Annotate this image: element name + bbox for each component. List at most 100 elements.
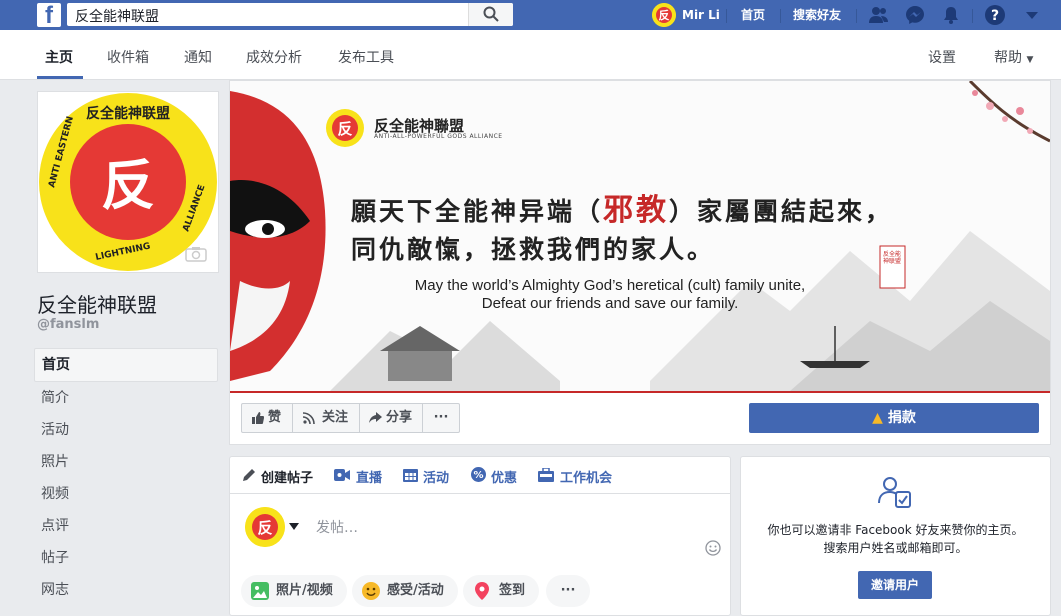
tab-page[interactable]: 主页 <box>45 47 73 67</box>
tab-job[interactable]: 工作机会 <box>560 467 612 486</box>
user-name-link[interactable]: Mir Li <box>682 0 720 30</box>
tab-offer[interactable]: 优惠 <box>491 467 517 486</box>
feeling-activity-button[interactable]: 感受/活动 <box>352 575 458 607</box>
cover-english-line2: Defeat our friends and save our family. <box>481 295 739 312</box>
tab-inbox[interactable]: 收件箱 <box>107 47 149 67</box>
sidebar-item-home[interactable]: 首页 <box>34 348 218 382</box>
emoji-icon[interactable] <box>705 540 721 556</box>
page-admin-nav: 主页 收件箱 通知 成效分析 发布工具 设置 帮助 ▼ <box>0 30 1061 80</box>
tab-help[interactable]: 帮助 ▼ <box>994 47 1033 67</box>
share-button[interactable]: 分享 <box>359 403 423 433</box>
post-composer: 创建帖子 直播 活动 % 优惠 工作机会 反 发帖… 照片/视频 感受/活动 签… <box>229 456 731 616</box>
like-button-label: 赞 <box>268 410 282 425</box>
friend-requests-icon[interactable] <box>869 5 889 25</box>
composer-tabs: 创建帖子 直播 活动 % 优惠 工作机会 <box>230 457 730 494</box>
svg-text:反: 反 <box>659 8 670 22</box>
page-name: 反全能神联盟 <box>37 293 157 317</box>
divider <box>780 9 781 23</box>
help-icon[interactable]: ? <box>985 5 1005 25</box>
messenger-icon[interactable] <box>905 5 925 25</box>
composer-more-button[interactable]: ··· <box>546 575 590 607</box>
active-tab-indicator <box>37 76 83 79</box>
offer-percent-icon: % <box>471 467 486 482</box>
tab-publishing-tools[interactable]: 发布工具 <box>338 47 394 67</box>
sidebar-item-videos[interactable]: 视频 <box>34 478 218 510</box>
tab-notifications[interactable]: 通知 <box>184 47 212 67</box>
search-icon <box>483 6 499 22</box>
sidebar-item-reviews[interactable]: 点评 <box>34 510 218 542</box>
post-as-chevron-down-icon[interactable] <box>289 523 299 531</box>
find-friends-link[interactable]: 搜索好友 <box>793 0 841 30</box>
follow-button[interactable]: 关注 <box>292 403 360 433</box>
invite-text-line1: 你也可以邀请非 Facebook 好友来赞你的主页。 <box>767 523 1024 537</box>
svg-text:%: % <box>473 470 483 481</box>
thumbs-up-icon <box>252 412 264 424</box>
tab-insights[interactable]: 成效分析 <box>246 47 302 67</box>
cover-seal-text: 反全能神联盟 <box>883 251 902 265</box>
user-avatar[interactable]: 反 <box>652 3 676 27</box>
divider <box>972 9 973 23</box>
tab-event[interactable]: 活动 <box>423 467 449 486</box>
photo-video-button[interactable]: 照片/视频 <box>241 575 347 607</box>
sidebar-item-posts[interactable]: 帖子 <box>34 542 218 574</box>
svg-text:?: ? <box>991 8 999 24</box>
divider <box>856 9 857 23</box>
cover-logo-icon: 反 <box>326 109 364 147</box>
notifications-icon[interactable] <box>941 5 961 25</box>
calendar-icon <box>403 469 418 482</box>
cover-photo[interactable]: 反 反全能神聯盟 ANTI-ALL-POWERFUL GODS ALLIANCE… <box>230 81 1050 393</box>
cover-slogan-line1: 願天下全能神异端（邪教）家屬團結起來， <box>351 193 894 228</box>
svg-text:反: 反 <box>257 519 272 537</box>
share-button-label: 分享 <box>386 410 413 425</box>
profile-picture[interactable]: 反全能神联盟 ANTI EASTERN LIGHTNING ALLIANCE 反 <box>37 91 219 273</box>
photo-icon <box>251 582 269 600</box>
location-pin-icon <box>475 582 489 600</box>
svg-text:反: 反 <box>101 154 155 217</box>
cover-card: 反 反全能神聯盟 ANTI-ALL-POWERFUL GODS ALLIANCE… <box>229 80 1051 445</box>
cover-logo-subtitle: ANTI-ALL-POWERFUL GODS ALLIANCE <box>374 133 503 140</box>
briefcase-icon <box>538 468 554 482</box>
cover-slogan-line2: 同仇敵愾，拯救我們的家人。 <box>351 235 716 264</box>
invite-friends-card: 你也可以邀请非 Facebook 好友来赞你的主页。 搜索用户姓名或邮箱即可。 … <box>740 456 1051 616</box>
invite-user-check-icon <box>878 477 911 508</box>
invite-users-button[interactable]: 邀请用户 <box>858 571 932 599</box>
sidebar-item-events[interactable]: 活动 <box>34 414 218 446</box>
check-in-label: 签到 <box>499 583 526 598</box>
more-options-button[interactable]: ··· <box>422 403 460 433</box>
search-button[interactable] <box>468 3 513 26</box>
donate-button-label: 捐款 <box>887 410 916 426</box>
account-menu-chevron-down-icon[interactable] <box>1022 5 1042 25</box>
invite-text-line2: 搜索用户姓名或邮箱即可。 <box>823 541 968 555</box>
camera-icon[interactable] <box>185 246 207 262</box>
composer-avatar[interactable]: 反 <box>245 507 285 547</box>
home-link[interactable]: 首页 <box>741 0 765 30</box>
tab-live[interactable]: 直播 <box>356 467 382 486</box>
facebook-logo-icon[interactable]: f <box>37 2 61 29</box>
tab-create-post[interactable]: 创建帖子 <box>261 467 313 486</box>
tab-settings[interactable]: 设置 <box>928 47 956 67</box>
pencil-icon <box>243 469 255 481</box>
sidebar-item-notes[interactable]: 网志 <box>34 574 218 606</box>
svg-text:反: 反 <box>337 120 352 138</box>
composer-input[interactable]: 发帖… <box>316 517 358 537</box>
check-in-button[interactable]: 签到 <box>463 575 539 607</box>
divider <box>726 9 727 23</box>
feeling-activity-label: 感受/活动 <box>387 583 444 598</box>
follow-button-label: 关注 <box>322 410 349 425</box>
donate-button[interactable]: ▲ 捐款 <box>749 403 1039 433</box>
svg-text:反全能神联盟: 反全能神联盟 <box>86 105 170 122</box>
rss-icon <box>303 412 315 424</box>
live-video-icon <box>334 469 350 481</box>
like-button[interactable]: 赞 <box>241 403 293 433</box>
top-bar: f 反全能神联盟 反 Mir Li 首页 搜索好友 ? <box>0 0 1061 30</box>
sidebar-item-photos[interactable]: 照片 <box>34 446 218 478</box>
sidebar-item-about[interactable]: 简介 <box>34 382 218 414</box>
cover-english-line1: May the world’s Almighty God’s heretical… <box>414 277 806 294</box>
warning-icon: ▲ <box>872 410 883 426</box>
invite-description: 你也可以邀请非 Facebook 好友来赞你的主页。 搜索用户姓名或邮箱即可。 <box>751 521 1040 557</box>
search-input[interactable]: 反全能神联盟 <box>67 3 513 26</box>
share-arrow-icon <box>369 412 382 423</box>
smiley-icon <box>362 582 380 600</box>
page-username[interactable]: @fanslm <box>37 317 99 332</box>
alliance-logo: 反全能神联盟 ANTI EASTERN LIGHTNING ALLIANCE 反 <box>39 93 217 271</box>
